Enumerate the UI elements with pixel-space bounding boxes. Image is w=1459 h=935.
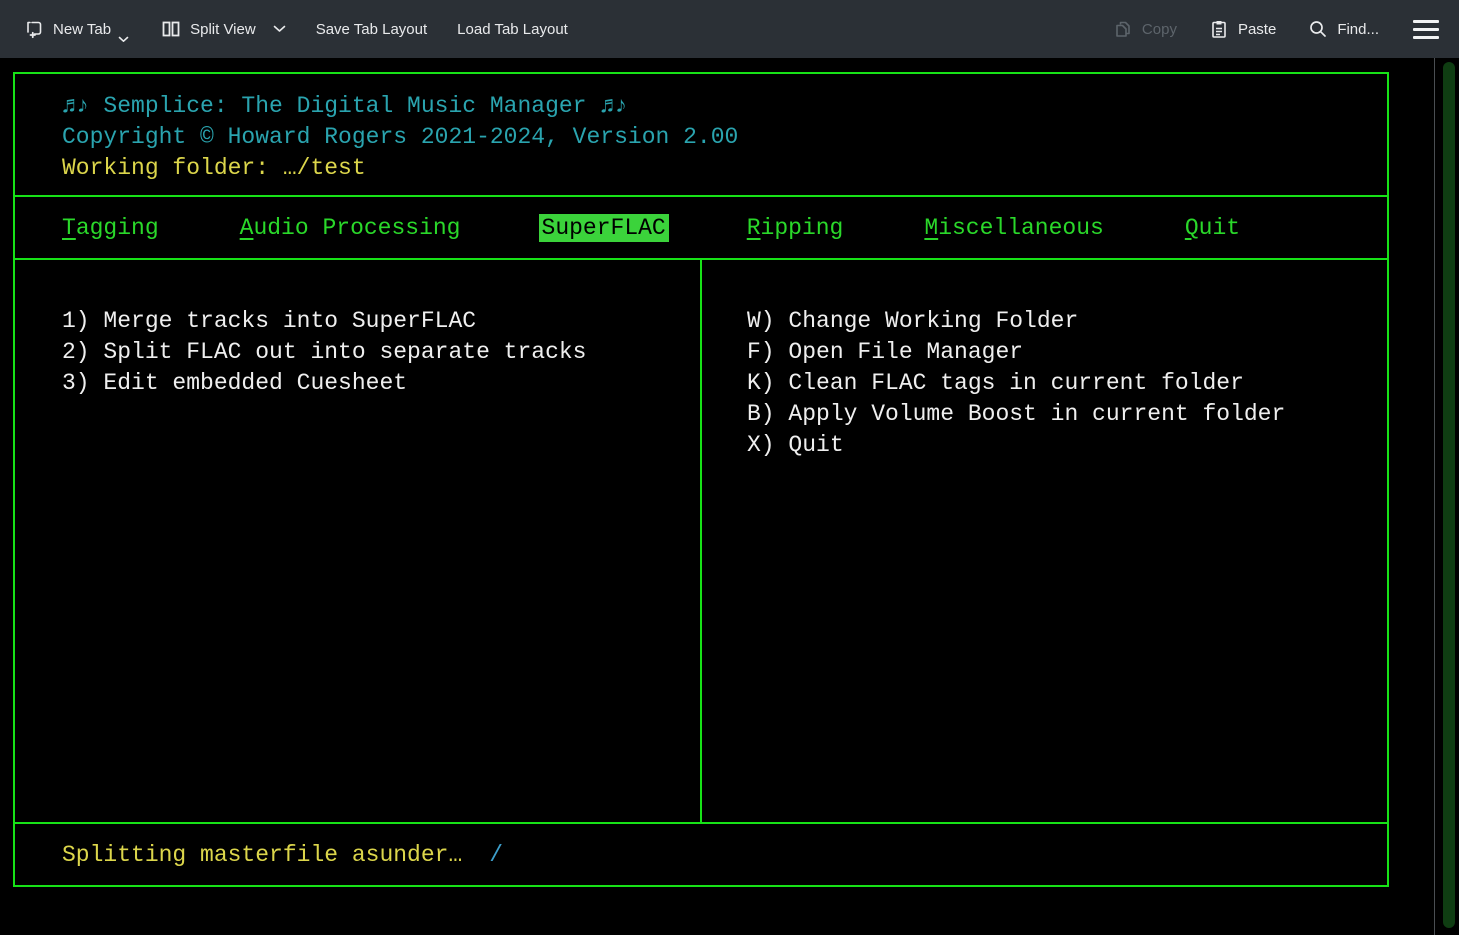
list-item: F) Open File Manager bbox=[747, 337, 1387, 368]
new-tab-button[interactable]: New Tab bbox=[22, 15, 133, 43]
menu-tab-quit[interactable]: Quit bbox=[1185, 215, 1240, 241]
app-window: New Tab Split View Save Tab Layout Load … bbox=[0, 0, 1459, 935]
menu-hotkey: S bbox=[542, 215, 556, 241]
menu-tab-miscellaneous[interactable]: Miscellaneous bbox=[924, 215, 1103, 241]
chevron-down-icon bbox=[273, 25, 286, 33]
hamburger-menu-icon bbox=[1413, 20, 1439, 23]
menu-label: uit bbox=[1199, 215, 1240, 241]
load-tab-layout-button[interactable]: Load Tab Layout bbox=[455, 17, 570, 42]
terminal-screen[interactable]: ♬♪ Semplice: The Digital Music Manager ♬… bbox=[0, 58, 1459, 935]
split-view-label: Split View bbox=[190, 21, 256, 38]
search-icon bbox=[1308, 19, 1328, 39]
tui-content: 1) Merge tracks into SuperFLAC 2) Split … bbox=[15, 260, 1387, 822]
app-title: ♬♪ Semplice: The Digital Music Manager ♬… bbox=[62, 91, 1387, 122]
scrollbar-track[interactable] bbox=[1434, 58, 1459, 935]
hamburger-menu-button[interactable] bbox=[1409, 16, 1443, 43]
scrollbar-thumb[interactable] bbox=[1443, 62, 1455, 928]
menu-hotkey: M bbox=[924, 215, 938, 241]
working-folder-line: Working folder: …/test bbox=[62, 153, 1387, 184]
toolbar-right-group: Copy Paste Find... bbox=[1111, 15, 1459, 43]
menu-hotkey: A bbox=[240, 215, 254, 241]
superflac-options-panel: 1) Merge tracks into SuperFLAC 2) Split … bbox=[15, 260, 702, 822]
list-item: 3) Edit embedded Cuesheet bbox=[62, 368, 700, 399]
find-button[interactable]: Find... bbox=[1306, 15, 1381, 43]
list-item: W) Change Working Folder bbox=[747, 306, 1387, 337]
tui-menu-bar: Tagging Audio Processing SuperFLAC Rippi… bbox=[15, 197, 1387, 260]
new-tab-label: New Tab bbox=[53, 21, 111, 38]
list-item: B) Apply Volume Boost in current folder bbox=[747, 399, 1387, 430]
menu-tab-ripping[interactable]: Ripping bbox=[747, 215, 844, 241]
menu-hotkey: R bbox=[747, 215, 761, 241]
find-label: Find... bbox=[1337, 21, 1379, 38]
copyright-line: Copyright © Howard Rogers 2021-2024, Ver… bbox=[62, 122, 1387, 153]
new-tab-icon bbox=[24, 19, 44, 39]
paste-icon bbox=[1209, 19, 1229, 39]
split-view-button[interactable]: Split View bbox=[159, 15, 288, 43]
paste-button[interactable]: Paste bbox=[1207, 15, 1278, 43]
copy-icon bbox=[1113, 19, 1133, 39]
menu-label: uperFLAC bbox=[555, 215, 665, 241]
menu-label: ipping bbox=[761, 215, 844, 241]
menu-label: udio Processing bbox=[253, 215, 460, 241]
load-tab-layout-label: Load Tab Layout bbox=[457, 21, 568, 38]
terminal-toolbar: New Tab Split View Save Tab Layout Load … bbox=[0, 0, 1459, 58]
save-tab-layout-button[interactable]: Save Tab Layout bbox=[314, 17, 429, 42]
list-item: K) Clean FLAC tags in current folder bbox=[747, 368, 1387, 399]
status-message: Splitting masterfile asunder… bbox=[62, 842, 462, 868]
menu-label: agging bbox=[76, 215, 159, 241]
progress-spinner: / bbox=[489, 842, 503, 868]
copy-label: Copy bbox=[1142, 21, 1177, 38]
tui-frame: ♬♪ Semplice: The Digital Music Manager ♬… bbox=[13, 72, 1389, 887]
menu-tab-superflac[interactable]: SuperFLAC bbox=[539, 214, 669, 242]
global-options-panel: W) Change Working Folder F) Open File Ma… bbox=[702, 260, 1387, 822]
tui-status-bar: Splitting masterfile asunder… / bbox=[15, 822, 1387, 885]
save-tab-layout-label: Save Tab Layout bbox=[316, 21, 427, 38]
list-item: X) Quit bbox=[747, 430, 1387, 461]
menu-hotkey: T bbox=[62, 215, 76, 241]
chevron-down-icon bbox=[118, 36, 129, 43]
copy-button[interactable]: Copy bbox=[1111, 15, 1179, 43]
paste-label: Paste bbox=[1238, 21, 1276, 38]
tui-header: ♬♪ Semplice: The Digital Music Manager ♬… bbox=[15, 74, 1387, 197]
menu-tab-tagging[interactable]: Tagging bbox=[62, 215, 159, 241]
toolbar-left-group: New Tab Split View Save Tab Layout Load … bbox=[0, 15, 570, 43]
list-item: 1) Merge tracks into SuperFLAC bbox=[62, 306, 700, 337]
menu-tab-audio-processing[interactable]: Audio Processing bbox=[240, 215, 461, 241]
split-view-icon bbox=[161, 19, 181, 39]
menu-label: iscellaneous bbox=[938, 215, 1104, 241]
list-item: 2) Split FLAC out into separate tracks bbox=[62, 337, 700, 368]
menu-hotkey: Q bbox=[1185, 215, 1199, 241]
